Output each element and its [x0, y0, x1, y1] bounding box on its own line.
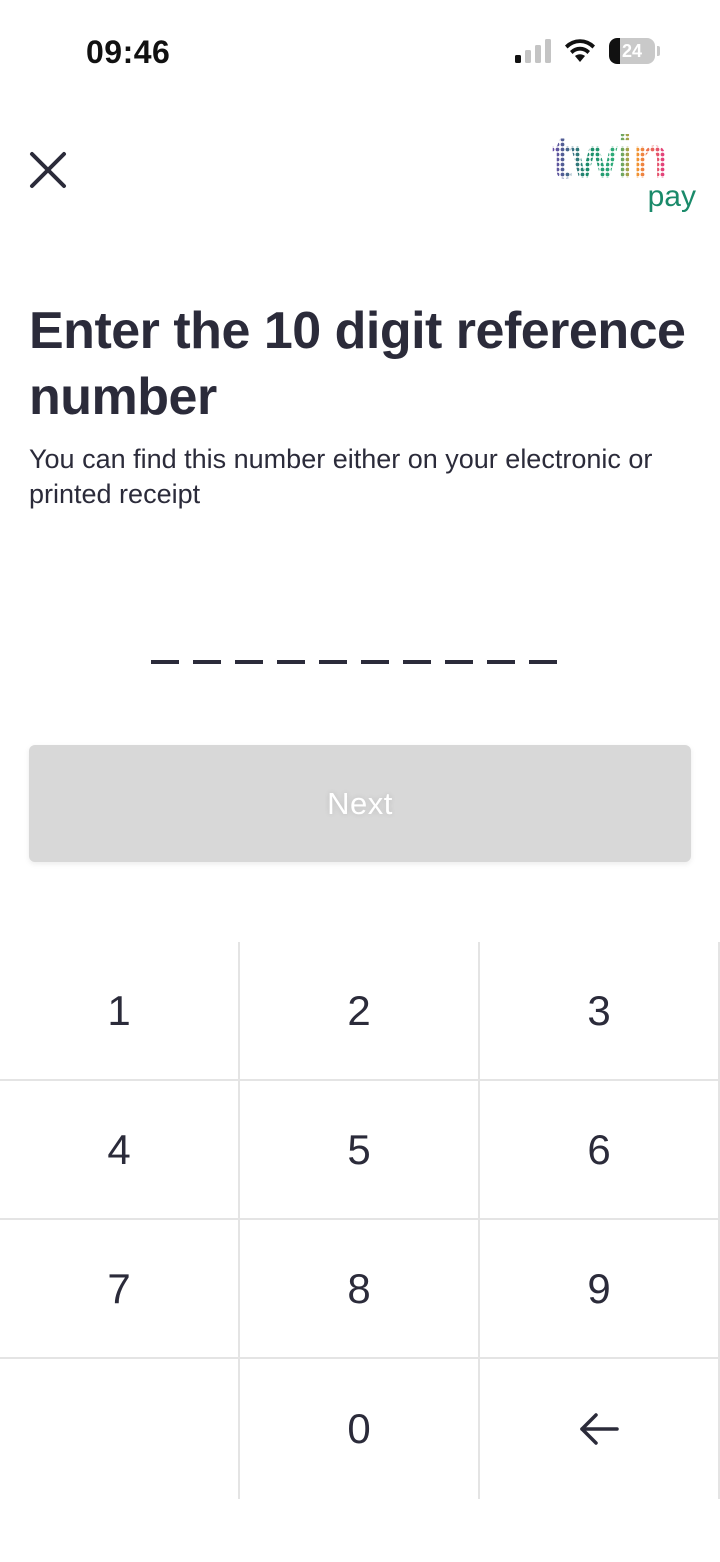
key-blank — [0, 1359, 240, 1499]
close-icon — [30, 152, 66, 188]
status-time: 09:46 — [86, 34, 171, 70]
battery-fill — [609, 38, 621, 64]
status-icons: 24 — [515, 38, 660, 64]
key-5[interactable]: 5 — [240, 1081, 480, 1220]
cellular-signal-icon — [515, 39, 551, 63]
page-subtitle: You can find this number either on your … — [29, 444, 653, 509]
battery-level: 24 — [621, 40, 643, 61]
reference-number-input[interactable] — [151, 628, 557, 664]
digit-slot — [277, 628, 305, 664]
digit-slot — [529, 628, 557, 664]
status-bar: 09:46 24 — [0, 0, 720, 100]
key-2[interactable]: 2 — [240, 942, 480, 1081]
digit-slot — [361, 628, 389, 664]
key-0[interactable]: 0 — [240, 1359, 480, 1499]
key-9[interactable]: 9 — [480, 1220, 720, 1359]
key-4[interactable]: 4 — [0, 1081, 240, 1220]
backspace-key[interactable] — [480, 1359, 720, 1499]
wifi-icon — [565, 39, 595, 62]
page-title: Enter the 10 digit reference number — [29, 302, 686, 426]
key-1[interactable]: 1 — [0, 942, 240, 1081]
numeric-keypad: 1 2 3 4 5 6 7 8 9 0 — [0, 942, 720, 1499]
twinpay-logo: twin pay — [552, 124, 696, 213]
digit-slot — [445, 628, 473, 664]
key-8[interactable]: 8 — [240, 1220, 480, 1359]
key-6[interactable]: 6 — [480, 1081, 720, 1220]
next-button[interactable]: Next — [29, 745, 691, 862]
arrow-left-icon — [580, 1413, 619, 1445]
digit-slot — [235, 628, 263, 664]
digit-slot — [403, 628, 431, 664]
key-3[interactable]: 3 — [480, 942, 720, 1081]
logo-sub: pay — [648, 180, 696, 213]
digit-slot — [151, 628, 179, 664]
battery-nub — [657, 46, 660, 56]
close-button[interactable] — [24, 146, 72, 194]
digit-slot — [487, 628, 515, 664]
digit-slot — [193, 628, 221, 664]
digit-slot — [319, 628, 347, 664]
key-7[interactable]: 7 — [0, 1220, 240, 1359]
battery-icon: 24 — [609, 38, 655, 64]
